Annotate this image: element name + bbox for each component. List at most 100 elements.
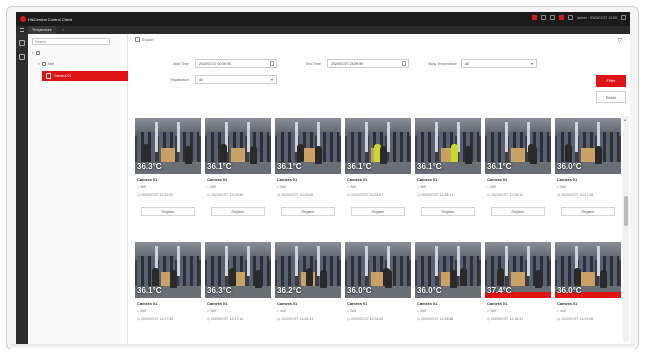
download-icon[interactable] — [550, 15, 556, 20]
filter-button[interactable]: Filter — [596, 75, 626, 87]
register-button[interactable]: Register — [421, 207, 475, 216]
capture-thumbnail[interactable]: 36.1°C — [345, 118, 411, 174]
tree-search-input[interactable]: Search — [32, 38, 110, 45]
calendar-icon[interactable] — [270, 61, 274, 66]
camera-name: Camera 01 — [487, 177, 508, 182]
tab-close-icon[interactable]: × — [62, 28, 64, 32]
module-bar: Temperature × — [16, 26, 630, 34]
register-button[interactable]: Register — [491, 207, 545, 216]
register-button[interactable]: Register — [211, 207, 265, 216]
capture-thumbnail[interactable]: 37.4°C — [485, 242, 551, 298]
caret-down-icon[interactable]: ▾ — [38, 62, 40, 66]
capture-thumbnail[interactable]: 36.1°C — [485, 118, 551, 174]
capture-thumbnail[interactable]: 36.0°C — [345, 242, 411, 298]
scene-beam — [575, 122, 578, 152]
scene-shelf — [389, 256, 409, 286]
capture-thumbnail[interactable]: 36.3°C — [205, 242, 271, 298]
capture-thumbnail[interactable]: 36.0°C — [555, 242, 621, 298]
app-logo-icon — [20, 16, 26, 22]
alarm-icon[interactable] — [532, 15, 538, 20]
register-button[interactable]: Register — [351, 207, 405, 216]
capture-card[interactable]: 36.0°C Camera 01 ⌂ Self ◷ 2020/07/27 12:26:… — [345, 242, 411, 342]
capture-time: ◷ 2020/07/27 12:29:56 — [207, 193, 244, 197]
scene-shelf — [487, 132, 505, 162]
capture-card[interactable]: 36.3°C Camera 01 ⌂ Self ◷ 2020/07/27 12:27:… — [205, 242, 271, 342]
tree-child[interactable]: ▾ Self — [38, 62, 54, 66]
scene-box — [161, 148, 175, 162]
scene-box — [581, 148, 595, 162]
scene-beam — [527, 246, 530, 276]
capture-thumbnail[interactable]: 36.1°C — [415, 118, 481, 174]
capture-thumbnail[interactable]: 36.2°C — [275, 242, 341, 298]
temperature-reading: 36.2°C — [277, 286, 302, 295]
capture-thumbnail[interactable]: 36.0°C — [555, 118, 621, 174]
site-name: ⌂ Self — [137, 309, 147, 313]
camera-name: Camera 01 — [207, 177, 228, 182]
capture-thumbnail[interactable]: 36.1°C — [205, 118, 271, 174]
start-time-field[interactable]: 2020/07/27 00:00:00 — [195, 59, 277, 68]
reset-button[interactable]: Reset — [596, 91, 626, 103]
notification-icon[interactable] — [541, 15, 547, 20]
scene-person — [306, 268, 313, 286]
camera-icon[interactable] — [19, 54, 25, 60]
scene-beam — [365, 246, 368, 276]
register-button[interactable]: Register — [281, 207, 335, 216]
capture-card[interactable]: 36.1°C Camera 01 ⌂ Self ◷ 2020/07/27 12:28:… — [345, 118, 411, 218]
scene-beam — [435, 246, 438, 276]
user-icon[interactable] — [568, 15, 574, 20]
time-label: 2020/07/27 12:30:20 — [141, 193, 174, 197]
scene-person — [465, 146, 472, 164]
site-name: ⌂ Self — [347, 185, 357, 189]
scene-person — [535, 270, 542, 288]
capture-thumbnail[interactable]: 36.3°C — [135, 118, 201, 174]
site-label: Self — [210, 309, 217, 313]
filter-icon[interactable]: ▽ — [617, 37, 622, 44]
tree-root[interactable]: ▾ — [32, 51, 42, 55]
scene-person — [297, 144, 304, 162]
chevron-down-icon: ▾ — [530, 61, 533, 66]
capture-thumbnail[interactable]: 36.1°C — [135, 242, 201, 298]
end-time-field[interactable]: 2020/07/27 23:59:59 — [327, 59, 409, 68]
caret-down-icon[interactable]: ▾ — [32, 51, 34, 55]
scene-person — [143, 144, 150, 162]
site-name: ⌂ Self — [137, 185, 147, 189]
tab-temperature[interactable]: Temperature — [28, 26, 56, 34]
capture-card[interactable]: 36.1°C Camera 01 ⌂ Self ◷ 2020/07/27 12:28:… — [485, 118, 551, 218]
register-button[interactable]: Register — [141, 207, 195, 216]
grid-scrollbar[interactable]: ▴ — [623, 116, 629, 342]
capture-thumbnail[interactable]: 36.1°C — [275, 118, 341, 174]
registration-select[interactable]: All ▾ — [195, 75, 277, 84]
scene-person — [450, 270, 457, 288]
resource-icon[interactable] — [19, 40, 25, 46]
capture-card[interactable]: 36.1°C Camera 01 ⌂ Self ◷ 2020/07/27 12:28:… — [415, 118, 481, 218]
scroll-up-icon[interactable]: ▴ — [624, 117, 626, 122]
site-name: ⌂ Self — [417, 309, 427, 313]
capture-thumbnail[interactable]: 36.0°C — [415, 242, 481, 298]
capture-card[interactable]: 36.0°C Camera 01 ⌂ Self ◷ 2020/07/27 12:25:… — [555, 242, 621, 342]
time-label: 2020/07/27 12:28:57 — [351, 193, 384, 197]
body-temperature-select[interactable]: All ▾ — [461, 59, 537, 68]
camera-name: Camera 01 — [347, 177, 368, 182]
capture-card[interactable]: 37.4°C Camera 01 ⌂ Self ◷ 2020/07/27 12:25:… — [485, 242, 551, 342]
register-button[interactable]: Register — [561, 207, 615, 216]
hamburger-icon[interactable] — [20, 28, 24, 32]
capture-card[interactable]: 36.3°C Camera 01 ⌂ Self ◷ 2020/07/27 12:30:… — [135, 118, 201, 218]
chevron-down-icon: ▾ — [270, 77, 273, 82]
capture-time: ◷ 2020/07/27 12:27:58 — [557, 193, 594, 197]
scene-person — [530, 146, 537, 164]
capture-card[interactable]: 36.0°C Camera 01 ⌂ Self ◷ 2020/07/27 12:27:… — [555, 118, 621, 218]
scene-person — [460, 268, 467, 286]
capture-card[interactable]: 36.1°C Camera 01 ⌂ Self ◷ 2020/07/27 12:27:… — [135, 242, 201, 342]
capture-card[interactable]: 36.2°C Camera 01 ⌂ Self ◷ 2020/07/27 12:26:… — [275, 242, 341, 342]
tree-item-camera-01[interactable]: Camera 01 — [42, 71, 128, 81]
menu-icon[interactable] — [621, 15, 626, 20]
capture-time: ◷ 2020/07/27 12:28:57 — [347, 193, 384, 197]
export-button[interactable]: Export — [135, 37, 154, 42]
capture-card[interactable]: 36.0°C Camera 01 ⌂ Self ◷ 2020/07/27 12:25:… — [415, 242, 481, 342]
event-icon[interactable] — [559, 15, 565, 20]
capture-card[interactable]: 36.1°C Camera 01 ⌂ Self ◷ 2020/07/27 12:29:… — [275, 118, 341, 218]
capture-card[interactable]: 36.1°C Camera 01 ⌂ Self ◷ 2020/07/27 12:29:… — [205, 118, 271, 218]
site-label: Self — [490, 185, 497, 189]
calendar-icon[interactable] — [402, 61, 406, 66]
scrollbar-thumb[interactable] — [624, 196, 628, 226]
